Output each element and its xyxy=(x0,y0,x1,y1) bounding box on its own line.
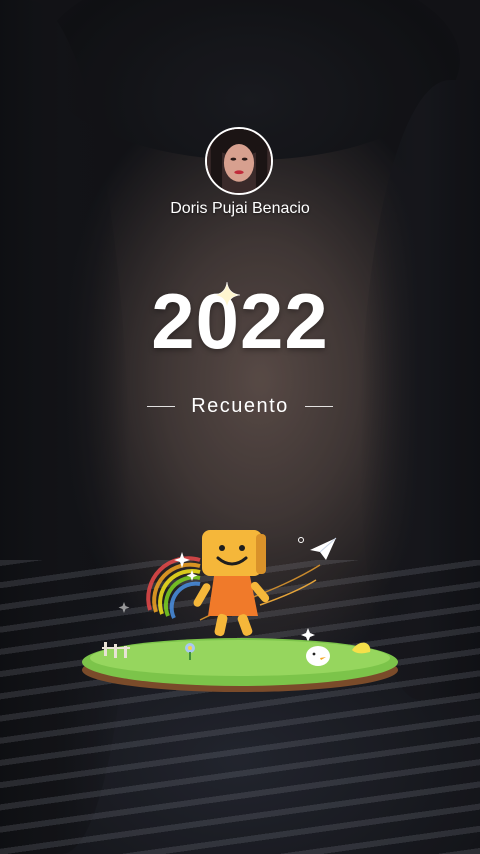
chick-icon xyxy=(306,646,330,666)
star-icon xyxy=(118,602,130,613)
string-decoration xyxy=(259,579,317,606)
circle-decoration xyxy=(298,537,304,543)
profile-name: Doris Pujai Benacio xyxy=(170,200,310,217)
recap-screen: Doris Pujai Benacio 2022 Recuento xyxy=(0,0,480,854)
grass-island xyxy=(82,638,398,692)
divider-left xyxy=(147,406,176,407)
star-icon xyxy=(301,628,315,642)
fence-decoration xyxy=(102,642,130,658)
mascot-illustration xyxy=(82,530,398,692)
rainbow-icon xyxy=(146,556,201,619)
avatar[interactable] xyxy=(205,127,273,195)
paper-plane-icon xyxy=(310,537,337,560)
leaf-icon xyxy=(352,642,371,654)
recap-subtitle: Recuento xyxy=(191,395,289,417)
divider-right xyxy=(304,406,333,407)
avatar-photo xyxy=(207,129,271,193)
sparkle-icon xyxy=(213,281,241,309)
subtitle-row: Recuento xyxy=(0,395,480,418)
mascot-character xyxy=(193,530,270,637)
